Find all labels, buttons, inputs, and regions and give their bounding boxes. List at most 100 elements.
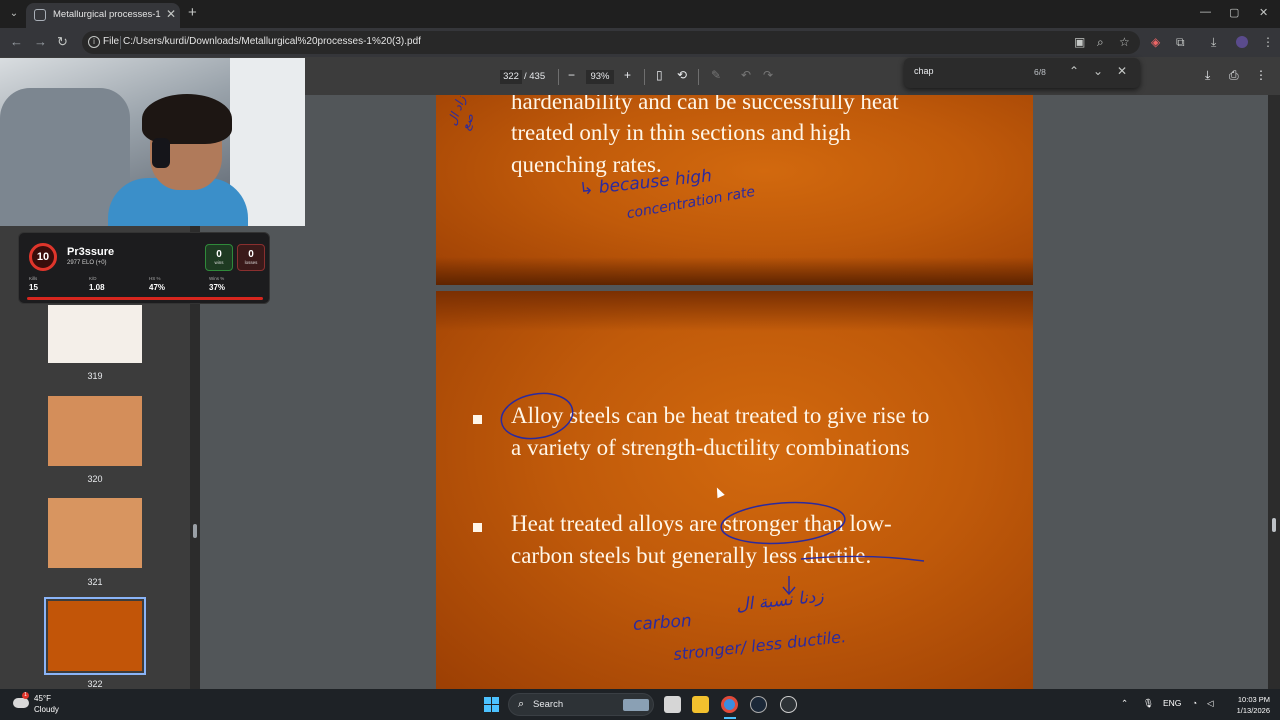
url-text[interactable]: C:/Users/kurdi/Downloads/Metallurgical%2… bbox=[123, 36, 421, 47]
system-clock[interactable]: 10:03 PM 1/13/2026 bbox=[1226, 694, 1270, 716]
menu-kebab-icon[interactable]: ⋮ bbox=[1262, 35, 1274, 49]
search-label: Search bbox=[533, 699, 564, 710]
find-match-count: 6/8 bbox=[1034, 67, 1046, 77]
extensions-puzzle-icon[interactable]: ⧉ bbox=[1176, 35, 1185, 50]
page-total: / 435 bbox=[524, 71, 546, 82]
find-close-icon[interactable]: ✕ bbox=[1117, 64, 1127, 78]
tab-strip: ⌄ Metallurgical processes-1 (3).pdf ✕ + … bbox=[0, 0, 1280, 28]
search-icon: ⌕ bbox=[518, 698, 525, 710]
page-shadow bbox=[436, 257, 1033, 285]
redo-icon[interactable]: ↷ bbox=[763, 68, 773, 82]
thumbnail-number: 320 bbox=[87, 474, 103, 484]
tab-title: Metallurgical processes-1 (3).pdf bbox=[53, 9, 161, 20]
close-window-icon[interactable]: ✕ bbox=[1259, 6, 1268, 19]
tab-close-icon[interactable]: ✕ bbox=[166, 7, 176, 21]
thumbnail-number: 322 bbox=[87, 679, 103, 689]
downloads-icon[interactable]: ⤓ bbox=[1211, 35, 1216, 50]
site-info-icon[interactable]: i bbox=[88, 36, 100, 48]
pdf-app-icon[interactable]: ▣ bbox=[1074, 35, 1085, 49]
extension-icon[interactable]: ◈ bbox=[1151, 35, 1160, 49]
pdf-more-icon[interactable]: ⋮ bbox=[1255, 68, 1267, 82]
ink-annotations bbox=[500, 392, 925, 596]
tray-chevron-icon[interactable]: ⌃ bbox=[1121, 698, 1128, 709]
pdf-scroll-thumb[interactable] bbox=[1272, 518, 1276, 532]
weather-desc[interactable]: Cloudy bbox=[34, 705, 59, 714]
address-bar[interactable]: i File C:/Users/kurdi/Downloads/Metallur… bbox=[82, 31, 1140, 54]
volume-icon[interactable]: ◁ bbox=[1207, 698, 1214, 709]
app-icon[interactable] bbox=[780, 696, 797, 713]
zoom-in-icon[interactable]: + bbox=[624, 68, 631, 82]
page-number-input[interactable]: 322 bbox=[500, 70, 522, 84]
find-prev-icon[interactable]: ⌃ bbox=[1069, 64, 1079, 78]
task-view-icon[interactable] bbox=[664, 696, 681, 713]
webcam-overlay bbox=[0, 58, 305, 226]
taskbar-search[interactable]: ⌕ Search bbox=[508, 693, 654, 716]
pdf-page-322: Alloy steels can be heat treated to give… bbox=[436, 291, 1033, 689]
thumbnail-page[interactable] bbox=[48, 305, 142, 363]
webcam-headset bbox=[152, 138, 170, 168]
slide-text: treated only in thin sections and high bbox=[511, 120, 851, 145]
losses-box: 0 losses bbox=[237, 244, 265, 271]
wifi-icon[interactable]: ◔ bbox=[1192, 698, 1197, 708]
cloud-icon[interactable] bbox=[13, 698, 29, 708]
annotate-icon[interactable]: ✎ bbox=[711, 68, 721, 82]
find-next-icon[interactable]: ⌄ bbox=[1093, 64, 1103, 78]
zoom-icon[interactable]: ⌕ bbox=[1097, 35, 1104, 50]
fit-page-icon[interactable]: ▯ bbox=[656, 68, 663, 82]
divider bbox=[558, 69, 559, 85]
stat-value: 47% bbox=[149, 283, 166, 292]
forward-icon[interactable]: → bbox=[34, 34, 47, 49]
back-icon[interactable]: ← bbox=[10, 34, 23, 49]
profile-avatar[interactable] bbox=[1236, 36, 1248, 48]
pdf-page-321: hardenability and can be successfully he… bbox=[436, 95, 1033, 285]
stat-label: HS % bbox=[149, 276, 161, 281]
undo-icon[interactable]: ↶ bbox=[741, 68, 751, 82]
find-input[interactable]: chap bbox=[914, 66, 1024, 76]
notification-badge: 1 bbox=[22, 692, 29, 699]
player-name: Pr3ssure bbox=[67, 246, 115, 258]
search-highlight-icon bbox=[623, 699, 649, 711]
webcam-person bbox=[142, 94, 232, 144]
browser-toolbar: ← → ↻ i File C:/Users/kurdi/Downloads/Me… bbox=[0, 28, 1280, 57]
bookmark-star-icon[interactable]: ☆ bbox=[1119, 35, 1130, 49]
chrome-icon[interactable] bbox=[721, 696, 738, 713]
zoom-out-icon[interactable]: − bbox=[568, 68, 575, 82]
print-icon[interactable]: ⎙ bbox=[1229, 68, 1239, 83]
stat-label: Wins % bbox=[209, 276, 225, 281]
reload-icon[interactable]: ↻ bbox=[57, 34, 68, 50]
file-explorer-icon[interactable] bbox=[692, 696, 709, 713]
minimize-icon[interactable]: — bbox=[1200, 6, 1211, 18]
active-app-indicator bbox=[724, 717, 736, 719]
language-indicator[interactable]: ENG bbox=[1163, 698, 1181, 708]
pdf-download-icon[interactable]: ⤓ bbox=[1205, 68, 1210, 83]
thumbnail-number: 319 bbox=[87, 371, 103, 381]
steam-icon[interactable] bbox=[750, 696, 767, 713]
sidebar-scroll-thumb[interactable] bbox=[193, 524, 197, 538]
tab-pdf[interactable]: Metallurgical processes-1 (3).pdf ✕ bbox=[26, 3, 180, 28]
maximize-icon[interactable]: ▢ bbox=[1229, 6, 1239, 19]
windows-taskbar: 1 45°F Cloudy ⌕ Search ⌃ 🎙 ENG ◔ ◁ 10:03… bbox=[0, 689, 1280, 720]
omnibox-divider bbox=[120, 36, 121, 49]
microphone-icon[interactable]: 🎙 bbox=[1143, 698, 1154, 709]
level-badge: 10 bbox=[29, 243, 57, 271]
clock-time: 10:03 PM bbox=[1237, 695, 1270, 704]
pdf-favicon-icon bbox=[34, 9, 46, 21]
new-tab-icon[interactable]: + bbox=[188, 4, 197, 21]
thumbnail-page[interactable] bbox=[48, 498, 142, 568]
losses-label: losses bbox=[244, 260, 258, 265]
thumbnail-page[interactable] bbox=[48, 396, 142, 466]
weather-temp[interactable]: 45°F bbox=[34, 694, 51, 703]
divider bbox=[644, 69, 645, 85]
stats-bar bbox=[27, 297, 263, 300]
thumbnail-page-current[interactable] bbox=[44, 597, 146, 675]
windows-start-icon[interactable] bbox=[484, 697, 499, 712]
slide-text: hardenability and can be successfully he… bbox=[511, 95, 899, 114]
clock-date: 1/13/2026 bbox=[1236, 706, 1270, 715]
zoom-input[interactable]: 93% bbox=[586, 70, 614, 84]
tab-search-icon[interactable]: ⌄ bbox=[6, 6, 22, 22]
wins-label: wins bbox=[214, 260, 224, 265]
pdf-scrollbar[interactable] bbox=[1268, 95, 1280, 689]
stat-value: 37% bbox=[209, 283, 226, 292]
rotate-icon[interactable]: ⟲ bbox=[677, 68, 687, 82]
handwritten-note-arabic: زاد ال صع bbox=[444, 95, 477, 133]
